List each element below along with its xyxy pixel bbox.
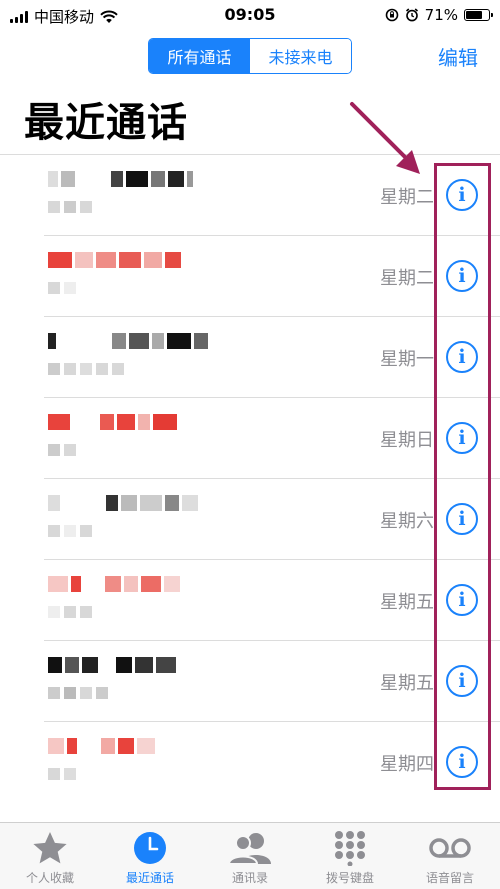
recent-calls-list: 星期二 i 星期二 i 星期一 i 星期日 i 星期六 i 星期五 i 星期五 … <box>0 154 500 803</box>
clock-icon <box>132 829 168 867</box>
edit-button[interactable]: 编辑 <box>438 42 478 71</box>
info-icon[interactable]: i <box>446 260 478 292</box>
call-filter-segmented-control: 所有通话 未接来电 <box>148 38 352 74</box>
redacted-call-detail <box>48 768 76 780</box>
call-day-label: 星期二 <box>380 187 434 208</box>
tab-label: 通讯录 <box>231 871 268 885</box>
alarm-icon <box>405 8 418 22</box>
call-row[interactable]: 星期五 i <box>44 560 500 641</box>
tab-favorites[interactable]: 个人收藏 <box>0 823 100 889</box>
redacted-contact-name <box>48 414 248 430</box>
status-right: 71% <box>385 6 493 24</box>
redacted-call-detail <box>48 201 92 213</box>
page-title: 最近通话 <box>24 100 188 146</box>
redacted-contact-name <box>48 495 248 511</box>
info-icon[interactable]: i <box>446 422 478 454</box>
redacted-call-detail <box>48 525 92 537</box>
call-row[interactable]: 星期四 i <box>44 722 500 803</box>
call-day-label: 星期一 <box>380 349 434 370</box>
redacted-contact-name <box>48 738 248 754</box>
info-icon[interactable]: i <box>446 746 478 778</box>
redacted-contact-name <box>48 171 248 187</box>
tab-bar: 个人收藏 最近通话 通讯录 拨号键盘 语音留言 <box>0 822 500 889</box>
tab-recents[interactable]: 最近通话 <box>100 823 200 889</box>
redacted-call-detail <box>48 282 76 294</box>
call-row[interactable]: 星期一 i <box>44 317 500 398</box>
call-day-label: 星期五 <box>380 673 434 694</box>
battery-icon <box>464 9 493 21</box>
segment-missed-calls[interactable]: 未接来电 <box>250 39 351 73</box>
rotation-lock-icon <box>385 8 398 22</box>
redacted-contact-name <box>48 333 248 349</box>
call-row[interactable]: 星期二 i <box>44 155 500 236</box>
tab-voicemail[interactable]: 语音留言 <box>400 823 500 889</box>
battery-percent: 71% <box>424 6 458 24</box>
voicemail-icon <box>427 829 473 867</box>
redacted-call-detail <box>48 363 124 375</box>
keypad-icon <box>332 829 368 867</box>
tab-label: 拨号键盘 <box>325 871 374 885</box>
call-row[interactable]: 星期五 i <box>44 641 500 722</box>
call-day-label: 星期二 <box>380 268 434 289</box>
redacted-call-detail <box>48 687 108 699</box>
info-icon[interactable]: i <box>446 503 478 535</box>
star-icon <box>31 829 69 867</box>
status-bar: 中国移动 09:05 71% <box>0 0 500 30</box>
call-day-label: 星期四 <box>380 754 434 775</box>
redacted-call-detail <box>48 606 92 618</box>
tab-label: 个人收藏 <box>25 871 74 885</box>
tab-contacts[interactable]: 通讯录 <box>200 823 300 889</box>
tab-keypad[interactable]: 拨号键盘 <box>300 823 400 889</box>
info-icon[interactable]: i <box>446 179 478 211</box>
redacted-call-detail <box>48 444 76 456</box>
call-row[interactable]: 星期六 i <box>44 479 500 560</box>
call-day-label: 星期日 <box>380 430 434 451</box>
call-day-label: 星期六 <box>380 511 434 532</box>
info-icon[interactable]: i <box>446 341 478 373</box>
segment-all-calls[interactable]: 所有通话 <box>149 39 250 73</box>
call-day-label: 星期五 <box>380 592 434 613</box>
info-icon[interactable]: i <box>446 665 478 697</box>
redacted-contact-name <box>48 252 248 268</box>
battery-fill <box>466 11 482 19</box>
tab-label: 最近通话 <box>125 871 174 885</box>
redacted-contact-name <box>48 576 248 592</box>
info-icon[interactable]: i <box>446 584 478 616</box>
contacts-icon <box>227 829 273 867</box>
redacted-contact-name <box>48 657 248 673</box>
call-row[interactable]: 星期二 i <box>44 236 500 317</box>
tab-label: 语音留言 <box>425 871 474 885</box>
call-row[interactable]: 星期日 i <box>44 398 500 479</box>
